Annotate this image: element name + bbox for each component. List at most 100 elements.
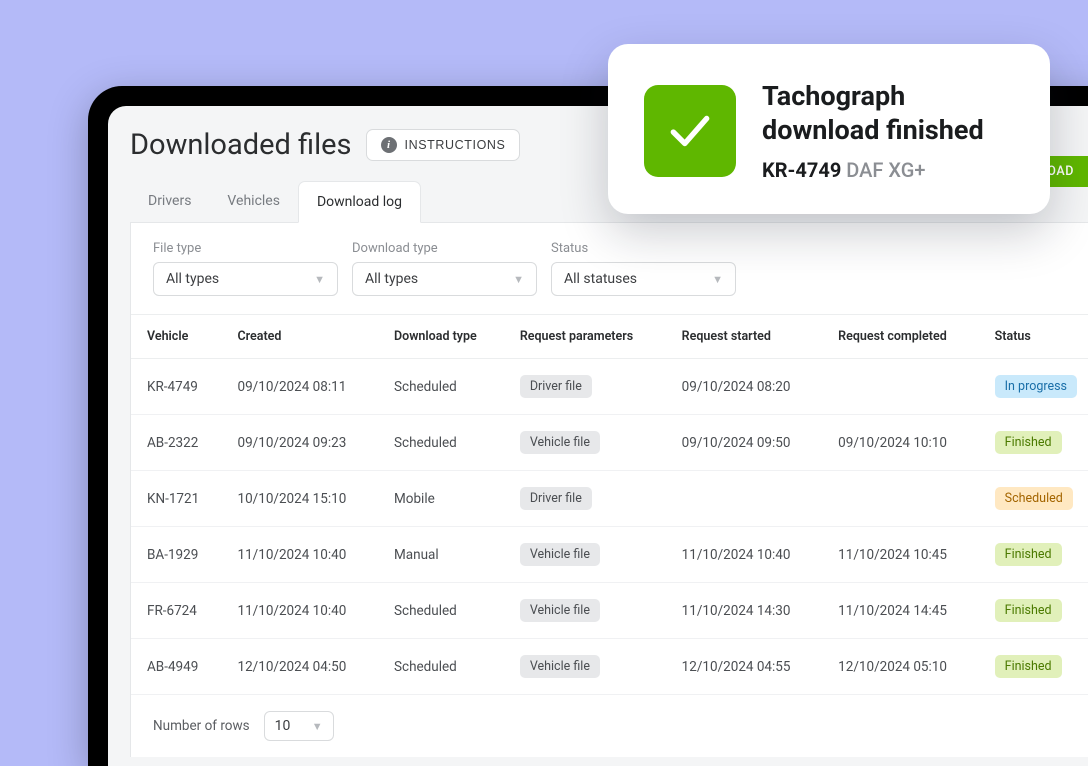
vehicle-cell: KR-4749 (131, 359, 225, 415)
filter-label: Download type (352, 241, 537, 256)
download-log-panel: File type All types ▼ Download type All … (130, 223, 1088, 757)
tab-download-log[interactable]: Download log (298, 181, 421, 223)
rows-per-page-select[interactable]: 10 ▼ (264, 711, 334, 741)
column-header: Created (225, 315, 382, 359)
created-cell: 10/10/2024 15:10 (225, 471, 382, 527)
created-cell: 11/10/2024 10:40 (225, 583, 382, 639)
status-badge: Scheduled (995, 487, 1073, 510)
vehicle-cell: AB-4949 (131, 639, 225, 695)
status-badge: Finished (995, 599, 1062, 622)
status-cell: Scheduled (983, 471, 1088, 527)
table-row[interactable]: KN-172110/10/2024 15:10Mobile Driver file… (131, 471, 1088, 527)
vehicle-cell: FR-6724 (131, 583, 225, 639)
status-badge: Finished (995, 655, 1062, 678)
status-cell: Finished (983, 527, 1088, 583)
chevron-down-icon: ▼ (712, 273, 723, 286)
page-title: Downloaded files (130, 128, 352, 162)
download-type-select[interactable]: All types ▼ (352, 262, 537, 296)
column-header: Request parameters (508, 315, 670, 359)
column-header: Download type (382, 315, 508, 359)
tab-vehicles[interactable]: Vehicles (209, 181, 298, 223)
param-chip: Vehicle file (520, 543, 600, 566)
status-cell: In progress (983, 359, 1088, 415)
filter-file-type: File type All types ▼ (153, 241, 338, 296)
download-type-cell: Manual (382, 527, 508, 583)
completed-cell (826, 359, 983, 415)
table-row[interactable]: BA-192911/10/2024 10:40ManualVehicle fil… (131, 527, 1088, 583)
instructions-label: INSTRUCTIONS (405, 138, 506, 152)
status-select[interactable]: All statuses ▼ (551, 262, 736, 296)
started-cell: 09/10/2024 08:20 (670, 359, 827, 415)
vehicle-cell: KN-1721 (131, 471, 225, 527)
status-value: All statuses (564, 271, 637, 287)
filter-label: File type (153, 241, 338, 256)
created-cell: 12/10/2024 04:50 (225, 639, 382, 695)
created-cell: 09/10/2024 09:23 (225, 415, 382, 471)
toast-model: DAF XG+ (846, 158, 925, 182)
chevron-down-icon: ▼ (513, 273, 524, 286)
vehicle-cell: AB-2322 (131, 415, 225, 471)
status-cell: Finished (983, 639, 1088, 695)
toast-title: Tachograph download finished (762, 80, 1014, 148)
download-type-value: All types (365, 271, 418, 287)
status-cell: Finished (983, 415, 1088, 471)
chevron-down-icon: ▼ (314, 273, 325, 286)
download-type-cell: Scheduled (382, 415, 508, 471)
status-badge: In progress (995, 375, 1077, 398)
download-type-cell: Mobile (382, 471, 508, 527)
toast-download-finished: Tachograph download finished KR-4749 DAF… (608, 44, 1050, 214)
param-chip: Vehicle file (520, 431, 600, 454)
toast-subtitle: KR-4749 DAF XG+ (762, 158, 1014, 182)
completed-cell: 11/10/2024 10:45 (826, 527, 983, 583)
column-header: Vehicle (131, 315, 225, 359)
toast-vehicle: KR-4749 (762, 158, 841, 182)
success-check-icon (644, 85, 736, 177)
completed-cell (826, 471, 983, 527)
param-chip: Driver file (520, 487, 592, 510)
toast-body: Tachograph download finished KR-4749 DAF… (762, 80, 1014, 182)
instructions-button[interactable]: i INSTRUCTIONS (366, 129, 521, 161)
completed-cell: 09/10/2024 10:10 (826, 415, 983, 471)
rows-per-page-value: 10 (275, 718, 291, 734)
started-cell: 12/10/2024 04:55 (670, 639, 827, 695)
file-type-select[interactable]: All types ▼ (153, 262, 338, 296)
param-cell: Vehicle file (508, 527, 670, 583)
param-chip: Driver file (520, 375, 592, 398)
table-row[interactable]: KR-474909/10/2024 08:11Scheduled Driver f… (131, 359, 1088, 415)
column-header: Request started (670, 315, 827, 359)
pager-label: Number of rows (153, 718, 250, 734)
column-header: Status (983, 315, 1088, 359)
started-cell: 11/10/2024 10:40 (670, 527, 827, 583)
completed-cell: 11/10/2024 14:45 (826, 583, 983, 639)
param-chip: Vehicle file (520, 655, 600, 678)
download-type-cell: Scheduled (382, 639, 508, 695)
created-cell: 09/10/2024 08:11 (225, 359, 382, 415)
tab-drivers[interactable]: Drivers (130, 181, 209, 223)
column-header: Request completed (826, 315, 983, 359)
param-cell: Driver file (508, 359, 670, 415)
table-row[interactable]: AB-232209/10/2024 09:23Scheduled Vehicle … (131, 415, 1088, 471)
chevron-down-icon: ▼ (312, 720, 323, 733)
param-cell: Vehicle file (508, 583, 670, 639)
download-type-cell: Scheduled (382, 583, 508, 639)
param-cell: Vehicle file (508, 639, 670, 695)
pager: Number of rows 10 ▼ (131, 695, 1088, 757)
completed-cell: 12/10/2024 05:10 (826, 639, 983, 695)
started-cell: 09/10/2024 09:50 (670, 415, 827, 471)
filter-label: Status (551, 241, 736, 256)
filter-status: Status All statuses ▼ (551, 241, 736, 296)
download-log-table: VehicleCreatedDownload typeRequest param… (131, 315, 1088, 695)
info-icon: i (381, 137, 397, 153)
filter-download-type: Download type All types ▼ (352, 241, 537, 296)
download-type-cell: Scheduled (382, 359, 508, 415)
param-cell: Driver file (508, 471, 670, 527)
created-cell: 11/10/2024 10:40 (225, 527, 382, 583)
param-cell: Vehicle file (508, 415, 670, 471)
status-cell: Finished (983, 583, 1088, 639)
table-row[interactable]: FR-672411/10/2024 10:40Scheduled Vehicle … (131, 583, 1088, 639)
table-row[interactable]: AB-494912/10/2024 04:50Scheduled Vehicle … (131, 639, 1088, 695)
started-cell (670, 471, 827, 527)
status-badge: Finished (995, 431, 1062, 454)
param-chip: Vehicle file (520, 599, 600, 622)
file-type-value: All types (166, 271, 219, 287)
